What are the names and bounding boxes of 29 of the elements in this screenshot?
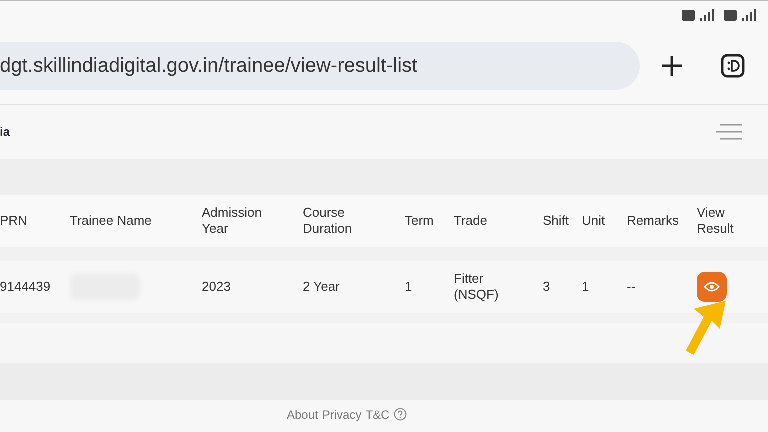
table-cell-text: 1 (582, 279, 590, 295)
help-icon[interactable] (394, 408, 407, 421)
table-cell-text: 1 (405, 279, 414, 295)
column-header: PRN (0, 213, 28, 229)
menu-icon[interactable] (716, 123, 742, 141)
table-cell-text: 2023 (202, 279, 232, 295)
tab-switcher-icon[interactable] (721, 54, 745, 78)
column-header: Course Duration (303, 205, 354, 237)
footer-link[interactable]: T&C (366, 408, 390, 422)
column-header: Unit (582, 213, 606, 229)
table-cell-text: 3 (543, 279, 552, 295)
column-header: Trainee Name (70, 213, 153, 229)
table-cell-text: -- (627, 279, 637, 295)
column-header: View Result (697, 205, 735, 237)
table-cell-text: Fitter (NSQF) (454, 271, 500, 303)
plus-icon[interactable] (661, 55, 683, 77)
table-cell-text: 2 Year (303, 279, 341, 295)
column-header: Admission Year (202, 205, 263, 237)
view-result-button[interactable] (697, 272, 727, 302)
column-header: Term (405, 213, 435, 229)
logo-text: ia (0, 125, 10, 139)
address-bar[interactable]: dgt.skillindiadigital.gov.in/trainee/view-result-list (0, 42, 640, 90)
column-header: Remarks (627, 213, 680, 229)
eye-icon (704, 282, 720, 292)
table-cell-text: 9144439 (0, 279, 52, 295)
footer-link[interactable]: Privacy (322, 408, 362, 422)
column-header: Trade (454, 213, 488, 229)
column-header: Shift (543, 213, 570, 229)
footer-link[interactable]: About (287, 408, 318, 422)
